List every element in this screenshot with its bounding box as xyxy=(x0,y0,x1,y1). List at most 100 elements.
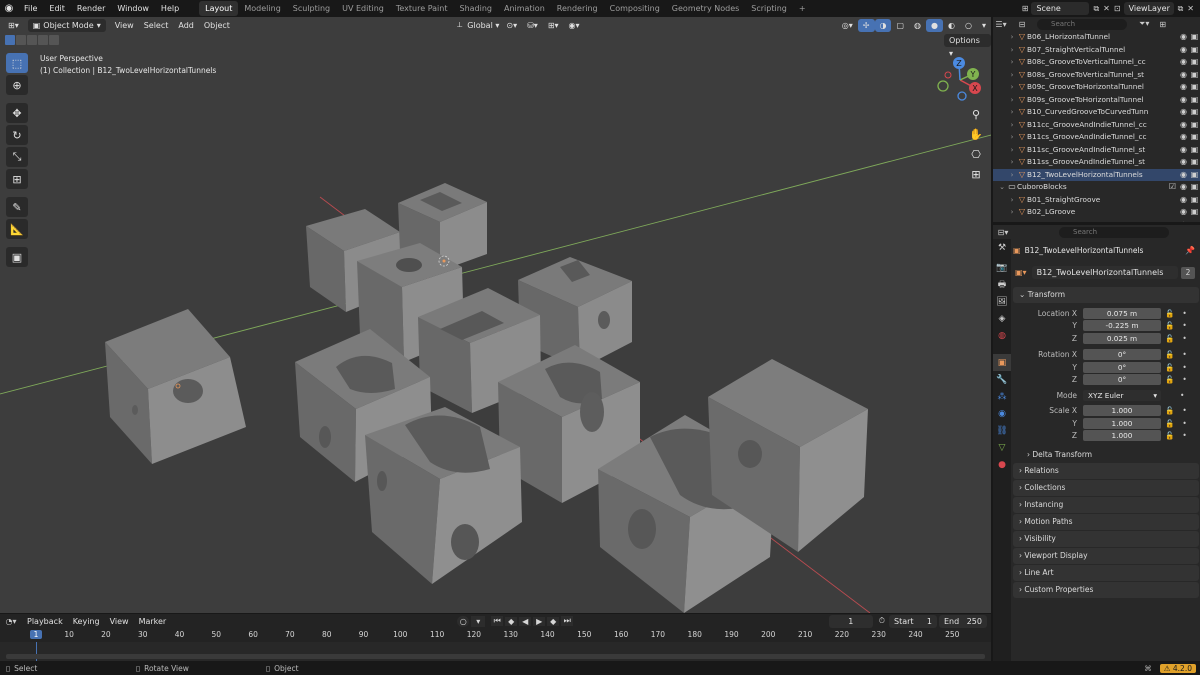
constraints-tab-icon[interactable]: ⛓ xyxy=(993,422,1011,439)
eye-icon[interactable]: ◉ xyxy=(1178,206,1189,219)
render-camera-icon[interactable]: ▣ xyxy=(1189,44,1200,57)
lock-icon[interactable]: 🔓 xyxy=(1165,431,1174,440)
outliner-row[interactable]: › ▽ B10_CurvedGrooveToCurvedTunn ◉ ▣ xyxy=(993,106,1200,119)
eye-icon[interactable]: ◉ xyxy=(1178,69,1189,82)
keying-set-icon[interactable]: ▾ xyxy=(471,615,486,627)
panel-motion-paths[interactable]: › Motion Paths xyxy=(1013,514,1199,530)
new-collection-icon[interactable]: ⊞ xyxy=(1159,20,1166,29)
outliner-row[interactable]: › ▽ B11cs_GrooveAndIndieTunnel_cc ◉ ▣ xyxy=(993,131,1200,144)
render-camera-icon[interactable]: ▣ xyxy=(1189,106,1200,119)
timeline-menu-marker[interactable]: Marker xyxy=(134,615,172,628)
rotation-y-field[interactable]: 0° xyxy=(1083,361,1161,373)
next-keyframe-icon[interactable]: ◆ xyxy=(547,616,560,626)
view-layer-selector[interactable]: ⊡ ViewLayer ⧉ ✕ xyxy=(1114,2,1194,15)
overlay-toggle-icon[interactable]: ◑ xyxy=(874,18,892,32)
material-tab-icon[interactable]: ● xyxy=(993,456,1011,473)
rotation-mode-dropdown[interactable]: XYZ Euler ▾ xyxy=(1083,389,1161,401)
lock-icon[interactable]: 🔓 xyxy=(1165,375,1174,384)
expand-chevron-icon[interactable]: › xyxy=(1007,44,1017,57)
jump-start-icon[interactable]: ⏮ xyxy=(491,616,504,626)
panel-line-art[interactable]: › Line Art xyxy=(1013,565,1199,581)
expand-chevron-icon[interactable]: › xyxy=(1007,156,1017,169)
outliner-row[interactable]: ⌄ ▭ CuboroBlocks ☑ ◉ ▣ xyxy=(993,181,1200,194)
viewport-menu-select[interactable]: Select xyxy=(139,19,174,32)
workspace-tab-geometry-nodes[interactable]: Geometry Nodes xyxy=(666,1,745,16)
eye-icon[interactable]: ◉ xyxy=(1178,94,1189,107)
view-layer-browse-icon[interactable]: ⧉ xyxy=(1178,4,1184,14)
keyframe-dot-icon[interactable]: • xyxy=(1182,321,1186,330)
prev-keyframe-icon[interactable]: ◆ xyxy=(505,616,518,626)
scene-selector[interactable]: ⊞ Scene ⧉ ✕ xyxy=(1022,2,1110,15)
outliner-row[interactable]: › ▽ B02_LGroove ◉ ▣ xyxy=(993,206,1200,219)
view-layer-remove-icon[interactable]: ✕ xyxy=(1187,4,1194,13)
scene-remove-icon[interactable]: ✕ xyxy=(1103,4,1110,13)
keyframe-dot-icon[interactable]: • xyxy=(1182,375,1186,384)
render-camera-icon[interactable]: ▣ xyxy=(1189,131,1200,144)
lock-icon[interactable]: 🔓 xyxy=(1165,321,1174,330)
particles-tab-icon[interactable]: ⁂ xyxy=(993,388,1011,405)
render-camera-icon[interactable]: ▣ xyxy=(1189,169,1200,182)
eye-icon[interactable]: ◉ xyxy=(1178,119,1189,132)
play-icon[interactable]: ▶ xyxy=(533,616,546,626)
rotation-x-field[interactable]: 0° xyxy=(1083,349,1161,361)
render-camera-icon[interactable]: ▣ xyxy=(1189,81,1200,94)
options-dropdown[interactable]: Options ▾ xyxy=(944,34,991,58)
outliner-row[interactable]: ›▽B03_CurveGroove◉▣ xyxy=(993,219,1200,223)
scale-y-field[interactable]: 1.000 xyxy=(1083,417,1161,429)
menu-file[interactable]: File xyxy=(18,0,43,17)
expand-chevron-icon[interactable]: › xyxy=(1007,81,1017,94)
panel-visibility[interactable]: › Visibility xyxy=(1013,531,1199,547)
frame-ruler[interactable]: 1 10 20 30 40 50 60 70 80 90 100 110 120 130 140 150 160… xyxy=(0,628,991,642)
expand-chevron-icon[interactable]: › xyxy=(1007,56,1017,69)
render-camera-icon[interactable]: ▣ xyxy=(1189,144,1200,157)
keyframe-dot-icon[interactable]: • xyxy=(1182,406,1186,415)
snapping-icon[interactable]: ⛁▾ xyxy=(522,19,543,32)
menu-edit[interactable]: Edit xyxy=(43,0,71,17)
transform-orientation-dropdown[interactable]: Global ▾ xyxy=(465,19,501,32)
expand-chevron-icon[interactable]: › xyxy=(1007,219,1017,223)
object-name-field[interactable]: B12_TwoLevelHorizontalTunnels xyxy=(1031,266,1178,279)
tool-tab-icon[interactable]: ⚒ xyxy=(993,239,1011,256)
measure-tool-icon[interactable]: 📐 xyxy=(6,219,28,239)
expand-chevron-icon[interactable]: ⌄ xyxy=(997,181,1007,194)
outliner-list[interactable]: › ▽ B06_LHorizontalTunnel ◉ ▣ › ▽ B07_StraightV… xyxy=(993,31,1200,222)
scale-x-field[interactable]: 1.000 xyxy=(1083,405,1161,417)
eye-icon[interactable]: ◉ xyxy=(1178,181,1189,194)
location-y-field[interactable]: -0.225 m xyxy=(1083,320,1161,332)
workspace-tab-rendering[interactable]: Rendering xyxy=(551,1,604,16)
material-shading-icon[interactable]: ◐ xyxy=(943,19,960,32)
filter-display-icon[interactable]: ⊟ xyxy=(1015,20,1029,29)
outliner-row[interactable]: › ▽ B11sc_GrooveAndIndieTunnel_st ◉ ▣ xyxy=(993,144,1200,157)
outliner-row[interactable]: › ▽ B09c_GrooveToHorizontalTunnel ◉ ▣ xyxy=(993,81,1200,94)
outliner-row[interactable]: › ▽ B07_StraightVerticalTunnel ◉ ▣ xyxy=(993,44,1200,57)
auto-keying-icon[interactable]: ○ xyxy=(457,615,470,627)
expand-chevron-icon[interactable]: › xyxy=(1007,144,1017,157)
gizmo-toggle-icon[interactable]: ✢ xyxy=(857,18,875,32)
menu-help[interactable]: Help xyxy=(155,0,185,17)
scene-browse-icon[interactable]: ⧉ xyxy=(1093,4,1099,14)
lock-icon[interactable]: 🔓 xyxy=(1165,309,1174,318)
render-camera-icon[interactable]: ▣ xyxy=(1189,31,1200,44)
panel-relations[interactable]: › Relations xyxy=(1013,463,1199,479)
scene-name-field[interactable]: Scene xyxy=(1031,2,1090,15)
viewport-menu-view[interactable]: View xyxy=(110,19,139,32)
warning-icon[interactable]: ⚠ 4.2.0 xyxy=(1159,663,1196,673)
workspace-tab-texture-paint[interactable]: Texture Paint xyxy=(390,1,454,16)
render-camera-icon[interactable]: ▣ xyxy=(1189,156,1200,169)
annotate-tool-icon[interactable]: ✎ xyxy=(6,197,28,217)
eye-icon[interactable]: ◉ xyxy=(1178,81,1189,94)
workspace-tab-uv-editing[interactable]: UV Editing xyxy=(336,1,390,16)
network-icon[interactable]: ⌘ xyxy=(1144,664,1152,673)
expand-chevron-icon[interactable]: › xyxy=(1007,94,1017,107)
object-tab-icon[interactable]: ▣ xyxy=(993,354,1011,371)
transform-panel-header[interactable]: ⌄ Transform xyxy=(1013,287,1199,303)
eye-icon[interactable]: ◉ xyxy=(1178,219,1189,223)
menu-window[interactable]: Window xyxy=(111,0,155,17)
render-camera-icon[interactable]: ▣ xyxy=(1189,206,1200,219)
timeline-menu-view[interactable]: View xyxy=(105,615,134,628)
select-new-icon[interactable] xyxy=(5,35,15,45)
lock-icon[interactable]: 🔓 xyxy=(1165,363,1174,372)
keyframe-dot-icon[interactable]: • xyxy=(1182,350,1186,359)
timeline-menu-playback[interactable]: Playback xyxy=(22,615,68,628)
keyframe-dot-icon[interactable]: • xyxy=(1182,431,1186,440)
